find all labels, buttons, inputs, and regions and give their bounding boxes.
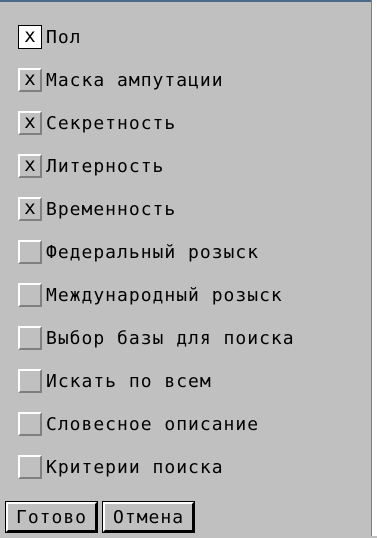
option-label: Секретность — [46, 112, 177, 134]
option-label: Искать по всем — [46, 370, 212, 392]
option-label: Литерность — [46, 155, 165, 177]
checkbox-search-criteria[interactable] — [18, 455, 42, 479]
option-label: Временность — [46, 198, 177, 220]
option-row-search-database[interactable]: Выбор базы для поиска — [18, 323, 368, 353]
option-row-verbal-description[interactable]: Словесное описание — [18, 409, 368, 439]
option-row-pol[interactable]: x Пол — [18, 22, 368, 52]
option-row-amputation-mask[interactable]: x Маска ампутации — [18, 65, 368, 95]
check-mark-icon: x — [24, 153, 36, 176]
checkbox-literacy[interactable]: x — [18, 154, 42, 178]
option-label: Словесное описание — [46, 413, 260, 435]
checkbox-pol[interactable]: x — [18, 25, 42, 49]
options-dialog: x Пол x Маска ампутации x Секретность x … — [0, 0, 371, 538]
checkbox-search-all[interactable] — [18, 369, 42, 393]
option-label: Федеральный розыск — [46, 241, 260, 263]
window-edge — [371, 0, 377, 536]
checkbox-amputation-mask[interactable]: x — [18, 68, 42, 92]
checkbox-international-search[interactable] — [18, 283, 42, 307]
option-label: Пол — [46, 26, 82, 48]
check-mark-icon: x — [24, 24, 36, 47]
option-row-international-search[interactable]: Международный розыск — [18, 280, 368, 310]
option-row-search-all[interactable]: Искать по всем — [18, 366, 368, 396]
option-row-secrecy[interactable]: x Секретность — [18, 108, 368, 138]
done-button[interactable]: Готово — [4, 501, 99, 533]
option-label: Выбор базы для поиска — [46, 327, 295, 349]
option-row-search-criteria[interactable]: Критерии поиска — [18, 452, 368, 482]
check-mark-icon: x — [24, 196, 36, 219]
option-row-literacy[interactable]: x Литерность — [18, 151, 368, 181]
checkbox-federal-search[interactable] — [18, 240, 42, 264]
checkbox-verbal-description[interactable] — [18, 412, 42, 436]
option-row-federal-search[interactable]: Федеральный розыск — [18, 237, 368, 267]
option-label: Международный розыск — [46, 284, 283, 306]
check-mark-icon: x — [24, 110, 36, 133]
option-row-temporality[interactable]: x Временность — [18, 194, 368, 224]
checkbox-temporality[interactable]: x — [18, 197, 42, 221]
check-mark-icon: x — [24, 67, 36, 90]
cancel-button[interactable]: Отмена — [102, 501, 196, 533]
dialog-buttons: Готово Отмена — [4, 501, 196, 533]
option-label: Маска ампутации — [46, 69, 224, 91]
option-label: Критерии поиска — [46, 456, 224, 478]
checkbox-secrecy[interactable]: x — [18, 111, 42, 135]
checkbox-search-database[interactable] — [18, 326, 42, 350]
